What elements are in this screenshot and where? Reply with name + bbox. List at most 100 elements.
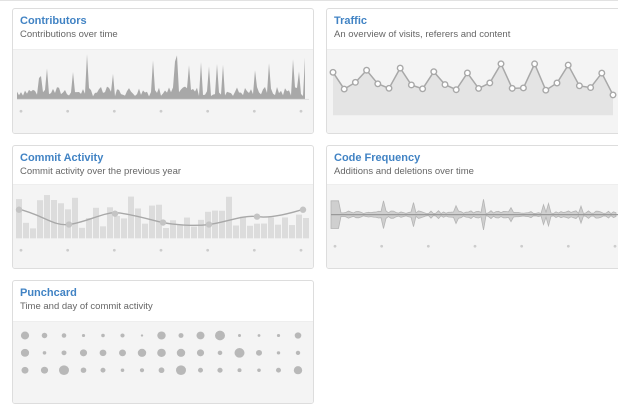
- code-frequency-thumbnail[interactable]: [327, 184, 618, 268]
- punchcard-dot: [294, 332, 302, 339]
- contributors-card[interactable]: Contributors Contributions over time: [12, 8, 314, 134]
- commit-activity-bar: [30, 228, 36, 239]
- commit-activity-bar: [58, 203, 64, 239]
- commit-activity-axis-dot: [299, 248, 303, 252]
- code-frequency-axis-dot: [473, 244, 477, 248]
- code-frequency-title-link[interactable]: Code Frequency: [334, 151, 614, 165]
- punchcard-dot: [21, 366, 29, 374]
- traffic-marker: [519, 84, 527, 92]
- contributors-subtitle: Contributions over time: [20, 29, 118, 40]
- punchcard-dot: [99, 349, 107, 357]
- traffic-line-graphic: [329, 60, 617, 116]
- code-frequency-axis-dot: [613, 244, 617, 248]
- contributors-sparkline-graphic: [17, 54, 309, 113]
- commit-activity-bar: [233, 225, 239, 239]
- traffic-marker: [598, 69, 606, 77]
- punchcard-dot: [293, 366, 303, 375]
- contributors-axis-dot: [252, 109, 256, 113]
- contributors-axis-dot: [112, 109, 116, 113]
- commit-activity-bar: [254, 223, 260, 239]
- commit-activity-axis-dot: [66, 248, 70, 252]
- commit-activity-bar: [247, 225, 253, 239]
- commit-activity-bar: [121, 218, 127, 239]
- traffic-marker: [542, 86, 550, 94]
- traffic-marker: [463, 69, 471, 77]
- commit-activity-bar: [23, 222, 29, 239]
- commit-activity-bar: [51, 199, 57, 239]
- code-frequency-axis-dot: [333, 244, 337, 248]
- commit-activity-card[interactable]: Commit Activity Commit activity over the…: [12, 145, 314, 269]
- punchcard-dot: [276, 333, 281, 338]
- punchcard-dot: [217, 350, 223, 356]
- commit-activity-bar: [93, 207, 99, 239]
- commit-activity-bar: [107, 207, 113, 239]
- punchcard-dot: [100, 367, 106, 373]
- commit-activity-bar: [100, 226, 106, 239]
- punchcard-title-link[interactable]: Punchcard: [20, 286, 306, 300]
- commit-activity-bar: [135, 208, 141, 239]
- commit-activity-axis-dot: [206, 248, 210, 252]
- punchcard-dot: [101, 333, 105, 338]
- traffic-card[interactable]: Traffic An overview of visits, referers …: [326, 8, 618, 134]
- traffic-marker: [486, 79, 494, 87]
- commit-activity-axis-dot: [252, 248, 256, 252]
- commit-activity-bar: [128, 196, 134, 239]
- commit-activity-trend-marker: [159, 219, 167, 226]
- commit-activity-card-header: Commit Activity Commit activity over the…: [13, 146, 313, 180]
- traffic-marker: [329, 68, 337, 76]
- commit-activity-title-link[interactable]: Commit Activity: [20, 151, 306, 165]
- commit-activity-bar: [303, 217, 309, 239]
- traffic-marker: [609, 91, 617, 99]
- punchcard-dot: [20, 348, 30, 357]
- commit-activity-bar: [184, 217, 190, 239]
- punchcard-dot: [140, 334, 144, 337]
- commit-activity-trend-marker: [253, 213, 261, 220]
- commit-activity-trend-marker: [299, 206, 307, 213]
- punchcard-dot: [234, 348, 245, 358]
- commit-activity-subtitle: Commit activity over the previous year: [20, 166, 182, 177]
- punchcard-dot: [215, 330, 225, 341]
- code-frequency-card[interactable]: Code Frequency Additions and deletions o…: [326, 145, 618, 269]
- traffic-marker: [351, 78, 359, 86]
- commit-activity-bar: [170, 220, 176, 239]
- punchcard-card[interactable]: Punchcard Time and day of commit activit…: [12, 280, 314, 404]
- punchcard-dot: [196, 349, 205, 357]
- punchcard-thumbnail[interactable]: [13, 321, 313, 403]
- punchcard-dot: [59, 365, 69, 376]
- punchcard-dot: [61, 333, 67, 338]
- code-frequency-area-graphic: [330, 199, 618, 248]
- commit-activity-bar: [198, 219, 204, 239]
- commit-activity-bar: [289, 225, 295, 239]
- punchcard-dot: [40, 366, 49, 374]
- traffic-marker: [441, 81, 449, 89]
- commit-activity-bar: [86, 218, 92, 239]
- commit-activity-trend-marker: [65, 221, 73, 228]
- commit-activity-thumbnail[interactable]: [13, 184, 313, 268]
- commit-activity-bar: [163, 228, 169, 239]
- punchcard-dot: [256, 349, 262, 356]
- code-frequency-axis-dot: [520, 244, 524, 248]
- traffic-card-header: Traffic An overview of visits, referers …: [327, 9, 618, 43]
- traffic-thumbnail[interactable]: [327, 49, 618, 133]
- traffic-marker: [564, 61, 572, 69]
- punchcard-dot: [139, 368, 145, 373]
- punchcard-dot: [137, 348, 147, 357]
- traffic-marker: [531, 60, 539, 68]
- punchcard-dot: [80, 367, 87, 373]
- traffic-marker: [475, 84, 483, 92]
- commit-activity-bar: [149, 205, 155, 239]
- contributors-area-shape: [17, 54, 305, 100]
- punchcard-dot: [81, 333, 86, 338]
- traffic-title-link[interactable]: Traffic: [334, 14, 614, 28]
- traffic-marker: [575, 82, 583, 90]
- punchcard-dot: [276, 351, 281, 355]
- punchcard-dot: [158, 367, 165, 374]
- contributors-axis-dot: [19, 109, 23, 113]
- contributors-title-link[interactable]: Contributors: [20, 14, 306, 28]
- commit-activity-bar: [296, 214, 302, 239]
- commit-activity-trend-marker: [205, 221, 213, 228]
- contributors-thumbnail[interactable]: [13, 49, 313, 133]
- punchcard-dot: [238, 334, 241, 337]
- commit-activity-bar: [16, 199, 22, 239]
- commit-activity-trend-marker: [111, 210, 119, 217]
